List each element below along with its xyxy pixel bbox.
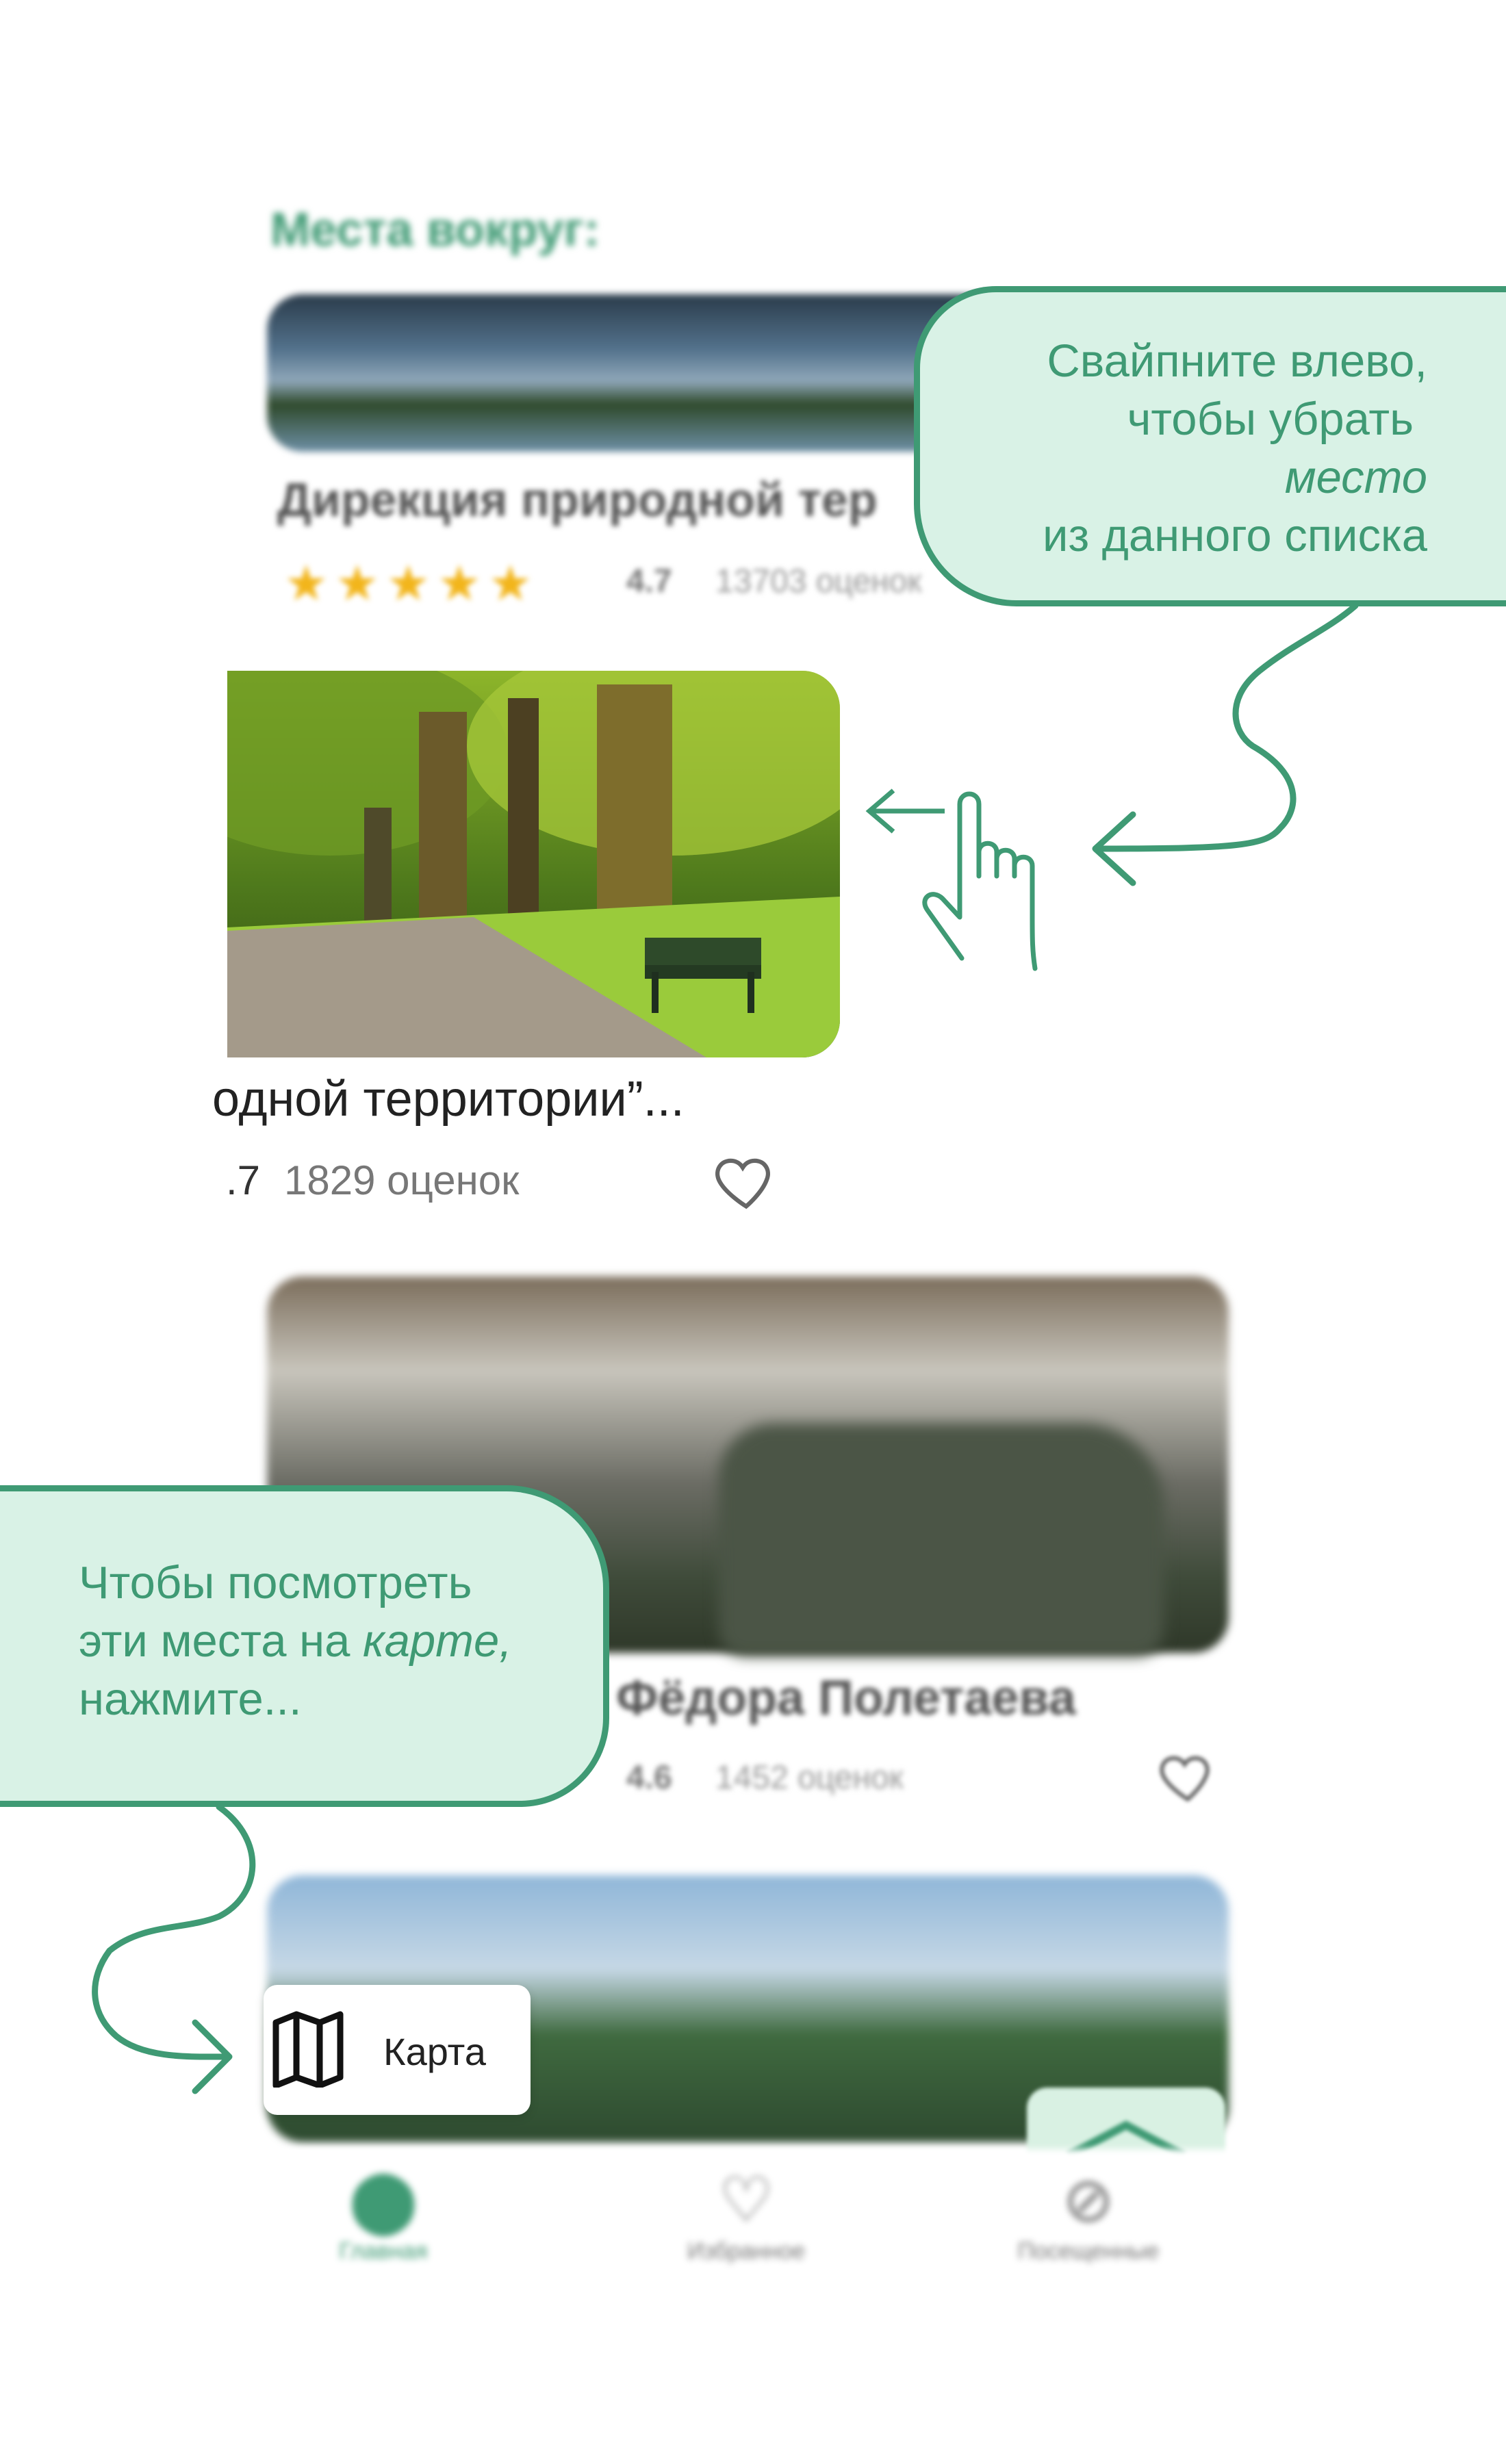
map-hint-line-2: эти места на карте, [79,1612,558,1670]
place-card-reviews-3: 1452 оценок [715,1760,904,1796]
nav-label-favorites: Избранное [687,2238,806,2264]
place-card-title-1: Дирекция природной тер [277,473,878,526]
swipe-hint-line-4: из данного списка [1043,510,1427,561]
map-hint-line-2b: карте, [362,1615,512,1667]
swipe-hint-line-3: место [1284,452,1427,503]
map-hint-connector [92,1804,256,2094]
swipe-hint-text: Свайпните влево, чтобы убрать место из д… [938,332,1427,565]
map-hint-line-1: Чтобы посмотреть [79,1557,472,1608]
nav-item-home[interactable]: ⬤ Главная [281,2163,486,2265]
map-hint-text: Чтобы посмотреть эти места на карте, наж… [79,1554,558,1728]
map-icon [272,2011,344,2088]
nav-label-visited: Посещенные [1017,2238,1160,2264]
park-photo [227,671,840,1057]
nav-item-visited[interactable]: ⊘ Посещенные [986,2163,1191,2265]
map-hint-line-3: нажмите... [79,1673,302,1725]
place-card-image-2[interactable] [227,671,840,1057]
heart-icon[interactable] [712,1146,780,1215]
map-button-label: Карта [383,2030,486,2073]
place-card-rating-1: 4.7 [626,563,672,600]
map-hint-line-2a: эти места на [79,1615,363,1667]
section-title: Места вокруг: [270,203,600,256]
helicopter-shape [719,1424,1164,1656]
place-card-title-2: одной территории”... [212,1072,685,1127]
nav-label-home: Главная [339,2238,428,2264]
nav-item-favorites[interactable]: ♡ Избранное [643,2163,849,2265]
swipe-hint-line-1: Свайпните влево, [1047,335,1427,387]
rating-stars: ★★★★★ [284,556,539,611]
heart-icon: ♡ [718,2166,774,2235]
place-card-reviews-1: 13703 оценок [715,563,922,600]
swipe-hint-connector [1092,602,1359,886]
swipe-hint-line-2: чтобы убрать [1127,394,1414,445]
place-card-reviews-2: 1829 оценок [284,1157,520,1203]
check-circle-icon: ⊘ [1062,2166,1114,2235]
location-pin-icon: ⬤ [348,2166,418,2235]
heart-icon[interactable] [1157,1745,1218,1807]
place-card-title-3: Фёдора Полетаева [616,1671,1076,1725]
place-card-rating-3: 4.6 [626,1760,672,1796]
place-card-rating-2: .7 [226,1157,261,1203]
bottom-navigation: ⬤ Главная ♡ Избранное ⊘ Посещенные [226,2149,1273,2300]
